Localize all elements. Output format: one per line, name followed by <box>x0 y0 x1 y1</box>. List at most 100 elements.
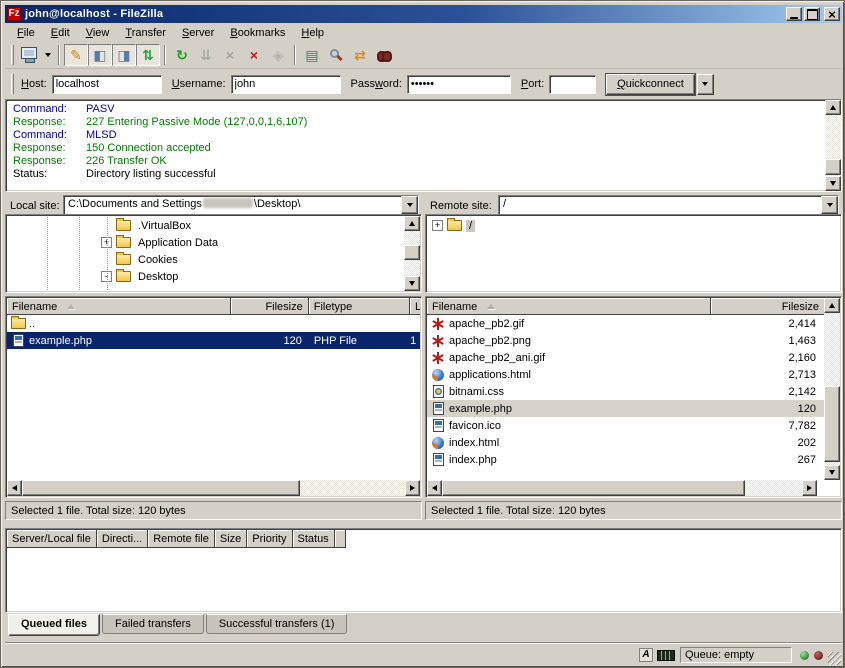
queue-column-header[interactable]: Status <box>293 530 335 548</box>
tree-expander-icon[interactable]: + <box>432 220 443 231</box>
menu-view[interactable]: View <box>78 25 118 41</box>
toggle-local-tree-icon[interactable]: ◧ <box>88 44 112 66</box>
menu-file[interactable]: File <box>9 25 43 41</box>
site-manager-icon[interactable] <box>17 44 41 66</box>
tree-item[interactable]: +Application Data <box>101 234 421 251</box>
scroll-thumb[interactable] <box>824 386 840 462</box>
toggle-remote-tree-icon[interactable]: ◨ <box>112 44 136 66</box>
disconnect-icon[interactable]: × <box>242 44 266 66</box>
reconnect-icon[interactable]: ◈ <box>266 44 290 66</box>
local-site-combo[interactable]: C:\Documents and Settings\Desktop\ <box>63 195 419 215</box>
speed-limits-icon[interactable] <box>657 650 675 661</box>
column-header-filesize[interactable]: Filesize <box>231 298 308 315</box>
menubar: FileEditViewTransferServerBookmarksHelp <box>5 23 842 42</box>
column-header-filename[interactable]: Filename <box>427 298 711 315</box>
scroll-up-button[interactable] <box>825 100 841 115</box>
scroll-up-button[interactable] <box>824 298 840 313</box>
quickconnect-dropdown-icon[interactable] <box>697 74 714 95</box>
file-icon <box>432 335 444 347</box>
tree-item[interactable]: .VirtualBox <box>101 217 421 234</box>
queue-column-header[interactable] <box>335 530 346 548</box>
username-input[interactable] <box>231 75 341 94</box>
tab-failed-transfers[interactable]: Failed transfers <box>102 614 204 634</box>
scroll-down-button[interactable] <box>825 176 841 191</box>
toolbar-separator[interactable] <box>164 45 166 65</box>
table-row[interactable]: applications.html2,713 <box>427 366 824 383</box>
combo-dropdown-icon[interactable] <box>821 196 838 214</box>
tree-item[interactable]: Cookies <box>101 251 421 268</box>
queue-column-header[interactable]: Server/Local file <box>7 530 97 548</box>
table-row[interactable]: index.php267 <box>427 451 824 468</box>
menu-transfer[interactable]: Transfer <box>117 25 174 41</box>
host-input[interactable] <box>52 75 162 94</box>
table-row[interactable]: example.php120 <box>427 400 824 417</box>
tab-queued-files[interactable]: Queued files <box>8 614 100 636</box>
scroll-thumb[interactable] <box>404 245 420 260</box>
scroll-left-button[interactable] <box>7 480 22 496</box>
scroll-right-button[interactable] <box>405 480 420 496</box>
local-tree-scrollbar[interactable] <box>404 216 420 291</box>
scroll-track[interactable] <box>300 480 405 496</box>
sort-ascending-icon <box>67 304 75 309</box>
synchronized-browsing-icon[interactable]: ⇄ <box>348 44 372 66</box>
toggle-message-log-icon[interactable]: ✎ <box>64 44 88 66</box>
resize-grip[interactable] <box>828 652 841 665</box>
process-queue-icon[interactable]: ⇊ <box>194 44 218 66</box>
queue-column-header[interactable]: Priority <box>247 530 292 548</box>
close-button[interactable] <box>824 7 840 21</box>
menu-server[interactable]: Server <box>174 25 222 41</box>
scroll-track[interactable] <box>745 480 802 496</box>
queue-column-header[interactable]: Size <box>215 530 247 548</box>
cancel-operation-icon[interactable]: × <box>218 44 242 66</box>
combo-dropdown-icon[interactable] <box>401 196 418 214</box>
remote-list-vscrollbar[interactable] <box>824 298 840 480</box>
table-row[interactable]: favicon.ico7,782 <box>427 417 824 434</box>
tree-item[interactable]: + / <box>426 217 841 234</box>
toolbar-separator[interactable] <box>58 45 60 65</box>
toggle-transfer-queue-icon[interactable]: ⇅ <box>136 44 160 66</box>
table-row[interactable]: bitnami.css2,142 <box>427 383 824 400</box>
column-header-lastmodified[interactable]: L <box>410 298 420 315</box>
scroll-thumb[interactable] <box>442 480 745 496</box>
tree-item[interactable]: -Desktop <box>101 268 421 285</box>
table-row[interactable]: example.php120PHP File1 <box>7 332 420 349</box>
table-row[interactable]: apache_pb2.gif2,414 <box>427 315 824 332</box>
remote-list-hscrollbar[interactable] <box>427 480 817 496</box>
maximize-button[interactable] <box>804 7 820 21</box>
scroll-thumb[interactable] <box>825 159 841 175</box>
scroll-up-button[interactable] <box>404 216 420 231</box>
table-row[interactable]: apache_pb2.png1,463 <box>427 332 824 349</box>
menu-help[interactable]: Help <box>293 25 332 41</box>
compare-directories-icon[interactable] <box>324 44 348 66</box>
remote-site-combo[interactable]: / <box>498 195 839 215</box>
scroll-thumb[interactable] <box>22 480 300 496</box>
toolbar-separator[interactable] <box>294 45 296 65</box>
minimize-button[interactable] <box>786 7 802 21</box>
table-row[interactable]: index.html202 <box>427 434 824 451</box>
quickconnect-button[interactable]: Quickconnect <box>606 74 695 95</box>
menu-edit[interactable]: Edit <box>43 25 78 41</box>
find-files-icon[interactable] <box>372 44 396 66</box>
tab-successful-transfers[interactable]: Successful transfers (1) <box>206 614 348 634</box>
column-header-filename[interactable]: Filename <box>7 298 231 315</box>
local-list-hscrollbar[interactable] <box>7 480 420 496</box>
queue-column-header[interactable]: Remote file <box>148 530 215 548</box>
password-input[interactable] <box>407 75 511 94</box>
scroll-down-button[interactable] <box>824 465 840 480</box>
port-input[interactable] <box>549 75 596 94</box>
table-row[interactable]: apache_pb2_ani.gif2,160 <box>427 349 824 366</box>
quickbar-grip[interactable] <box>11 74 14 94</box>
refresh-icon[interactable]: ↻ <box>170 44 194 66</box>
menu-bookmarks[interactable]: Bookmarks <box>222 25 293 41</box>
queue-column-header[interactable]: Directi... <box>97 530 148 548</box>
toolbar-grip[interactable] <box>11 45 14 65</box>
log-scrollbar[interactable] <box>825 100 841 191</box>
site-manager-dropdown-icon[interactable] <box>41 44 54 66</box>
table-row[interactable]: .. <box>7 315 420 332</box>
directory-filters-icon[interactable]: ▤ <box>300 44 324 66</box>
scroll-down-button[interactable] <box>404 276 420 291</box>
scroll-left-button[interactable] <box>427 480 442 496</box>
column-header-filetype[interactable]: Filetype <box>309 298 410 315</box>
scroll-right-button[interactable] <box>802 480 817 496</box>
column-header-filesize[interactable]: Filesize <box>711 298 824 315</box>
